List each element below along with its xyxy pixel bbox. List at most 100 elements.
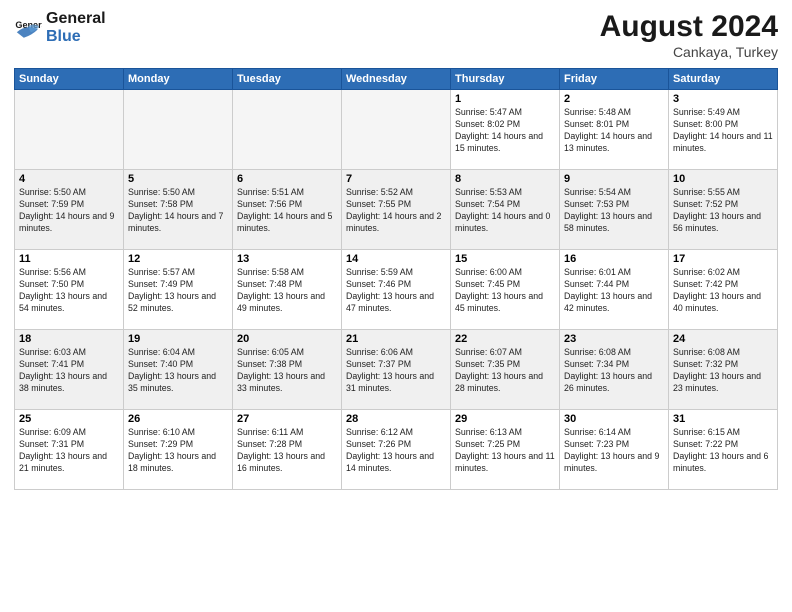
day-details: Sunrise: 6:13 AMSunset: 7:25 PMDaylight:… <box>455 427 555 475</box>
day-number: 20 <box>237 333 337 345</box>
table-row <box>15 90 124 170</box>
day-details: Sunrise: 6:07 AMSunset: 7:35 PMDaylight:… <box>455 347 555 395</box>
table-row: 5Sunrise: 5:50 AMSunset: 7:58 PMDaylight… <box>124 170 233 250</box>
calendar-week-row: 25 Sunrise: 6:09 AMSunset: 7:31 PMDayligh… <box>15 410 778 490</box>
day-number: 11 <box>19 253 119 265</box>
table-row: 19Sunrise: 6:04 AMSunset: 7:40 PMDayligh… <box>124 330 233 410</box>
day-number: 5 <box>128 173 228 185</box>
day-number: 10 <box>673 173 773 185</box>
calendar-week-row: 11 Sunrise: 5:56 AMSunset: 7:50 PMDayligh… <box>15 250 778 330</box>
day-number: 8 <box>455 173 555 185</box>
day-number: 30 <box>564 413 664 425</box>
page-header: General General Blue August 2024 Cankaya… <box>14 10 778 60</box>
day-details: Sunrise: 5:57 AMSunset: 7:49 PMDaylight:… <box>128 267 228 315</box>
calendar-page: General General Blue August 2024 Cankaya… <box>0 0 792 612</box>
table-row: 7Sunrise: 5:52 AMSunset: 7:55 PMDaylight… <box>342 170 451 250</box>
day-number: 28 <box>346 413 446 425</box>
day-details: Sunrise: 6:02 AMSunset: 7:42 PMDaylight:… <box>673 267 773 315</box>
table-row: 24 Sunrise: 6:08 AMSunset: 7:32 PMDayligh… <box>669 330 778 410</box>
day-details: Sunrise: 6:08 AMSunset: 7:32 PMDaylight:… <box>673 347 773 395</box>
table-row: 15Sunrise: 6:00 AMSunset: 7:45 PMDayligh… <box>451 250 560 330</box>
title-block: August 2024 Cankaya, Turkey <box>600 10 778 60</box>
table-row: 4Sunrise: 5:50 AMSunset: 7:59 PMDaylight… <box>15 170 124 250</box>
day-details: Sunrise: 6:15 AMSunset: 7:22 PMDaylight:… <box>673 427 773 475</box>
table-row: 6 Sunrise: 5:51 AMSunset: 7:56 PMDaylight… <box>233 170 342 250</box>
day-number: 1 <box>455 93 555 105</box>
day-number: 2 <box>564 93 664 105</box>
table-row: 31 Sunrise: 6:15 AMSunset: 7:22 PMDayligh… <box>669 410 778 490</box>
day-details: Sunrise: 6:03 AMSunset: 7:41 PMDaylight:… <box>19 347 119 395</box>
day-number: 21 <box>346 333 446 345</box>
col-saturday: Saturday <box>669 69 778 90</box>
table-row: 2 Sunrise: 5:48 AMSunset: 8:01 PMDaylight… <box>560 90 669 170</box>
day-details: Sunrise: 5:47 AMSunset: 8:02 PMDaylight:… <box>455 107 555 155</box>
day-details: Sunrise: 5:48 AMSunset: 8:01 PMDaylight:… <box>564 107 664 155</box>
calendar-week-row: 4Sunrise: 5:50 AMSunset: 7:59 PMDaylight… <box>15 170 778 250</box>
table-row: 16 Sunrise: 6:01 AMSunset: 7:44 PMDayligh… <box>560 250 669 330</box>
day-number: 17 <box>673 253 773 265</box>
day-number: 27 <box>237 413 337 425</box>
calendar-week-row: 18 Sunrise: 6:03 AMSunset: 7:41 PMDayligh… <box>15 330 778 410</box>
day-number: 14 <box>346 253 446 265</box>
table-row: 30 Sunrise: 6:14 AMSunset: 7:23 PMDayligh… <box>560 410 669 490</box>
day-number: 19 <box>128 333 228 345</box>
table-row: 20 Sunrise: 6:05 AMSunset: 7:38 PMDayligh… <box>233 330 342 410</box>
day-details: Sunrise: 5:59 AMSunset: 7:46 PMDaylight:… <box>346 267 446 315</box>
day-number: 22 <box>455 333 555 345</box>
logo: General General Blue <box>14 10 106 45</box>
table-row: 1 Sunrise: 5:47 AMSunset: 8:02 PMDaylight… <box>451 90 560 170</box>
day-details: Sunrise: 5:53 AMSunset: 7:54 PMDaylight:… <box>455 187 555 235</box>
day-number: 29 <box>455 413 555 425</box>
day-details: Sunrise: 6:09 AMSunset: 7:31 PMDaylight:… <box>19 427 119 475</box>
table-row: 29 Sunrise: 6:13 AMSunset: 7:25 PMDayligh… <box>451 410 560 490</box>
day-number: 18 <box>19 333 119 345</box>
month-year-title: August 2024 <box>600 10 778 44</box>
table-row: 17 Sunrise: 6:02 AMSunset: 7:42 PMDayligh… <box>669 250 778 330</box>
table-row <box>124 90 233 170</box>
col-thursday: Thursday <box>451 69 560 90</box>
logo-icon: General <box>14 14 42 42</box>
day-details: Sunrise: 5:51 AMSunset: 7:56 PMDaylight:… <box>237 187 337 235</box>
calendar-header-row: Sunday Monday Tuesday Wednesday Thursday… <box>15 69 778 90</box>
day-number: 16 <box>564 253 664 265</box>
table-row: 22 Sunrise: 6:07 AMSunset: 7:35 PMDayligh… <box>451 330 560 410</box>
day-details: Sunrise: 6:08 AMSunset: 7:34 PMDaylight:… <box>564 347 664 395</box>
day-number: 24 <box>673 333 773 345</box>
table-row: 25 Sunrise: 6:09 AMSunset: 7:31 PMDayligh… <box>15 410 124 490</box>
table-row: 26 Sunrise: 6:10 AMSunset: 7:29 PMDayligh… <box>124 410 233 490</box>
day-number: 9 <box>564 173 664 185</box>
day-details: Sunrise: 6:11 AMSunset: 7:28 PMDaylight:… <box>237 427 337 475</box>
col-tuesday: Tuesday <box>233 69 342 90</box>
table-row: 21Sunrise: 6:06 AMSunset: 7:37 PMDayligh… <box>342 330 451 410</box>
col-monday: Monday <box>124 69 233 90</box>
location-subtitle: Cankaya, Turkey <box>600 44 778 60</box>
day-number: 25 <box>19 413 119 425</box>
table-row <box>342 90 451 170</box>
day-details: Sunrise: 5:50 AMSunset: 7:59 PMDaylight:… <box>19 187 119 235</box>
col-sunday: Sunday <box>15 69 124 90</box>
day-details: Sunrise: 6:10 AMSunset: 7:29 PMDaylight:… <box>128 427 228 475</box>
table-row: 28Sunrise: 6:12 AMSunset: 7:26 PMDayligh… <box>342 410 451 490</box>
day-details: Sunrise: 5:56 AMSunset: 7:50 PMDaylight:… <box>19 267 119 315</box>
day-number: 26 <box>128 413 228 425</box>
day-details: Sunrise: 6:01 AMSunset: 7:44 PMDaylight:… <box>564 267 664 315</box>
day-details: Sunrise: 6:14 AMSunset: 7:23 PMDaylight:… <box>564 427 664 475</box>
day-number: 31 <box>673 413 773 425</box>
calendar-week-row: 1 Sunrise: 5:47 AMSunset: 8:02 PMDaylight… <box>15 90 778 170</box>
day-details: Sunrise: 5:54 AMSunset: 7:53 PMDaylight:… <box>564 187 664 235</box>
calendar-table: Sunday Monday Tuesday Wednesday Thursday… <box>14 68 778 490</box>
col-friday: Friday <box>560 69 669 90</box>
table-row: 14 Sunrise: 5:59 AMSunset: 7:46 PMDayligh… <box>342 250 451 330</box>
day-number: 15 <box>455 253 555 265</box>
table-row: 8 Sunrise: 5:53 AMSunset: 7:54 PMDaylight… <box>451 170 560 250</box>
day-number: 6 <box>237 173 337 185</box>
logo-blue: Blue <box>46 28 106 46</box>
day-details: Sunrise: 6:05 AMSunset: 7:38 PMDaylight:… <box>237 347 337 395</box>
table-row: 11 Sunrise: 5:56 AMSunset: 7:50 PMDayligh… <box>15 250 124 330</box>
logo-general: General <box>46 10 106 28</box>
table-row: 12Sunrise: 5:57 AMSunset: 7:49 PMDayligh… <box>124 250 233 330</box>
table-row: 27 Sunrise: 6:11 AMSunset: 7:28 PMDayligh… <box>233 410 342 490</box>
table-row: 23 Sunrise: 6:08 AMSunset: 7:34 PMDayligh… <box>560 330 669 410</box>
day-number: 23 <box>564 333 664 345</box>
day-details: Sunrise: 5:49 AMSunset: 8:00 PMDaylight:… <box>673 107 773 155</box>
